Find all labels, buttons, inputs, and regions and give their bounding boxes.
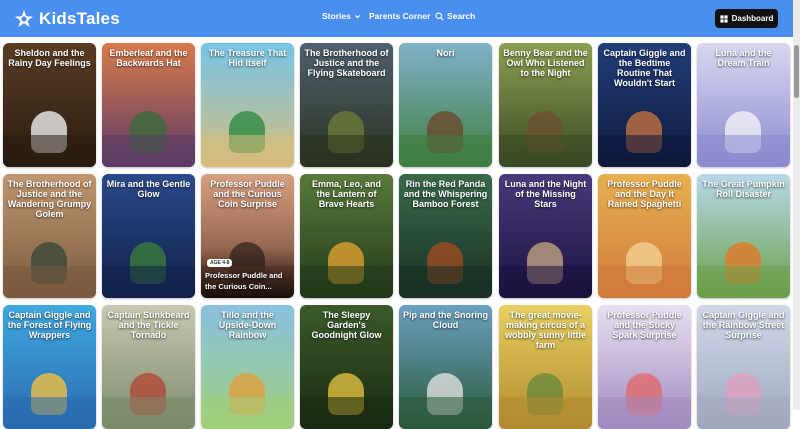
story-card[interactable]: Captain Stinkbeard and the Tickle Tornad… [102, 305, 195, 429]
story-cover-title: Benny Bear and the Owl Who Listened to t… [503, 48, 588, 78]
story-cover-title: The Brotherhood of Justice and the Wande… [7, 179, 92, 219]
nav-parents-corner[interactable]: Parents Corner [369, 11, 430, 21]
story-card[interactable]: Professor Puddle and the Curious Coin Su… [201, 174, 294, 298]
story-cover-ground [3, 266, 96, 298]
story-card[interactable]: The Brotherhood of Justice and the Flyin… [300, 43, 393, 167]
story-cover-title: The Treasure That Hid Itself [208, 48, 287, 68]
hover-caption: Professor Puddle and the Curious Coin... [205, 271, 283, 291]
story-cover-title: Pip and the Snoring Cloud [403, 310, 488, 330]
nav-stories[interactable]: Stories [322, 11, 361, 21]
story-card[interactable]: Benny Bear and the Owl Who Listened to t… [499, 43, 592, 167]
story-cover-ground [697, 397, 790, 429]
story-cover-ground [201, 397, 294, 429]
story-cover-title: Emma, Leo, and the Lantern of Brave Hear… [311, 179, 382, 209]
story-cover-title: Captain Giggle and the Forest of Flying … [7, 310, 92, 340]
story-cover-title: Captain Stinkbeard and the Tickle Tornad… [107, 310, 190, 340]
story-card[interactable]: Captain Giggle and the Forest of Flying … [3, 305, 96, 429]
story-cover-ground [399, 135, 492, 167]
story-cover-ground [697, 266, 790, 298]
story-cover-title: Mira and the Gentle Glow [106, 179, 191, 199]
story-grid: Sheldon and the Rainy Day Feelings Emberl… [0, 37, 800, 429]
nav-parents-corner-label: Parents Corner [369, 11, 431, 21]
story-cover-ground [598, 266, 691, 298]
story-cover-title: Professor Puddle and the Curious Coin Su… [210, 179, 285, 209]
story-cover-title: Professor Puddle and the Sticky Spark Su… [607, 310, 682, 340]
story-cover-ground [598, 135, 691, 167]
story-cover-ground [598, 397, 691, 429]
story-card[interactable]: The Treasure That Hid Itself [201, 43, 294, 167]
story-card[interactable]: Captain Giggle and the Rainbow Street Su… [697, 305, 790, 429]
dashboard-icon [719, 14, 728, 23]
nav-search-label: Search [447, 11, 476, 21]
story-card[interactable]: Nori [399, 43, 492, 167]
story-cover-title: Sheldon and the Rainy Day Feelings [8, 48, 91, 68]
story-card[interactable]: Luna and the Dream Train [697, 43, 790, 167]
story-cover-title: Captain Giggle and the Rainbow Street Su… [702, 310, 785, 340]
story-cover-title: Captain Giggle and the Bedtime Routine T… [603, 48, 686, 88]
story-card[interactable]: The great movie-making circus of a wobbl… [499, 305, 592, 429]
story-card[interactable]: Captain Giggle and the Bedtime Routine T… [598, 43, 691, 167]
story-cover-title: Luna and the Dream Train [715, 48, 772, 68]
story-cover-title: Professor Puddle and the Day It Rained S… [607, 179, 682, 209]
story-cover-ground [300, 135, 393, 167]
story-cover-title: Rin the Red Panda and the Whispering Bam… [403, 179, 488, 209]
story-cover-title: The Brotherhood of Justice and the Flyin… [304, 48, 389, 78]
story-cover-ground [499, 397, 592, 429]
kidstales-logo-icon [15, 10, 33, 27]
scrollbar-thumb[interactable] [794, 45, 799, 98]
story-card[interactable]: The Brotherhood of Justice and the Wande… [3, 174, 96, 298]
story-card[interactable]: Professor Puddle and the Day It Rained S… [598, 174, 691, 298]
dashboard-button[interactable]: Dashboard [715, 9, 778, 28]
brand-logo[interactable]: KidsTales [14, 8, 120, 30]
story-cover-title: The Sleepy Garden's Goodnight Glow [311, 310, 382, 340]
story-card[interactable]: Sheldon and the Rainy Day Feelings [3, 43, 96, 167]
story-cover-title: Luna and the Night of the Missing Stars [504, 179, 587, 209]
story-card[interactable]: Mira and the Gentle Glow [102, 174, 195, 298]
brand-name: KidsTales [39, 9, 120, 28]
nav-stories-label: Stories [322, 11, 351, 21]
story-cover-ground [300, 397, 393, 429]
page-scrollbar[interactable] [793, 0, 800, 410]
story-cover-ground [102, 266, 195, 298]
story-card[interactable]: Professor Puddle and the Sticky Spark Su… [598, 305, 691, 429]
chevron-down-icon [354, 14, 360, 18]
story-card[interactable]: Emma, Leo, and the Lantern of Brave Hear… [300, 174, 393, 298]
story-cover-ground [3, 135, 96, 167]
story-cover-ground [102, 135, 195, 167]
story-card[interactable]: Pip and the Snoring Cloud [399, 305, 492, 429]
story-cover-ground [3, 397, 96, 429]
story-cover-ground [399, 266, 492, 298]
story-card[interactable]: Rin the Red Panda and the Whispering Bam… [399, 174, 492, 298]
age-badge: AGE 4-8 [207, 259, 233, 267]
story-cover-title: Nori [436, 48, 455, 58]
nav-search[interactable]: Search [435, 11, 475, 21]
story-cover-title: The great movie-making circus of a wobbl… [504, 310, 586, 350]
story-cover-ground [102, 397, 195, 429]
search-icon [435, 11, 444, 21]
story-cover-ground [399, 397, 492, 429]
story-cover-title: The Great Pumpkin Roll Disaster [702, 179, 785, 199]
story-card[interactable]: The Sleepy Garden's Goodnight Glow [300, 305, 393, 429]
dashboard-label: Dashboard [731, 14, 774, 23]
story-card[interactable]: The Great Pumpkin Roll Disaster [697, 174, 790, 298]
story-cover-title: Tillo and the Upside-Down Rainbow [218, 310, 277, 340]
story-cover-ground [201, 135, 294, 167]
story-cover-ground [300, 266, 393, 298]
story-cover-title: Emberleaf and the Backwards Hat [109, 48, 188, 68]
story-cover-ground [697, 135, 790, 167]
story-cover-ground [499, 266, 592, 298]
story-card[interactable]: Luna and the Night of the Missing Stars [499, 174, 592, 298]
story-card[interactable]: Emberleaf and the Backwards Hat [102, 43, 195, 167]
story-cover-ground [499, 135, 592, 167]
top-navbar: KidsTales Stories Parents Corner Search … [0, 0, 800, 37]
story-card[interactable]: Tillo and the Upside-Down Rainbow [201, 305, 294, 429]
